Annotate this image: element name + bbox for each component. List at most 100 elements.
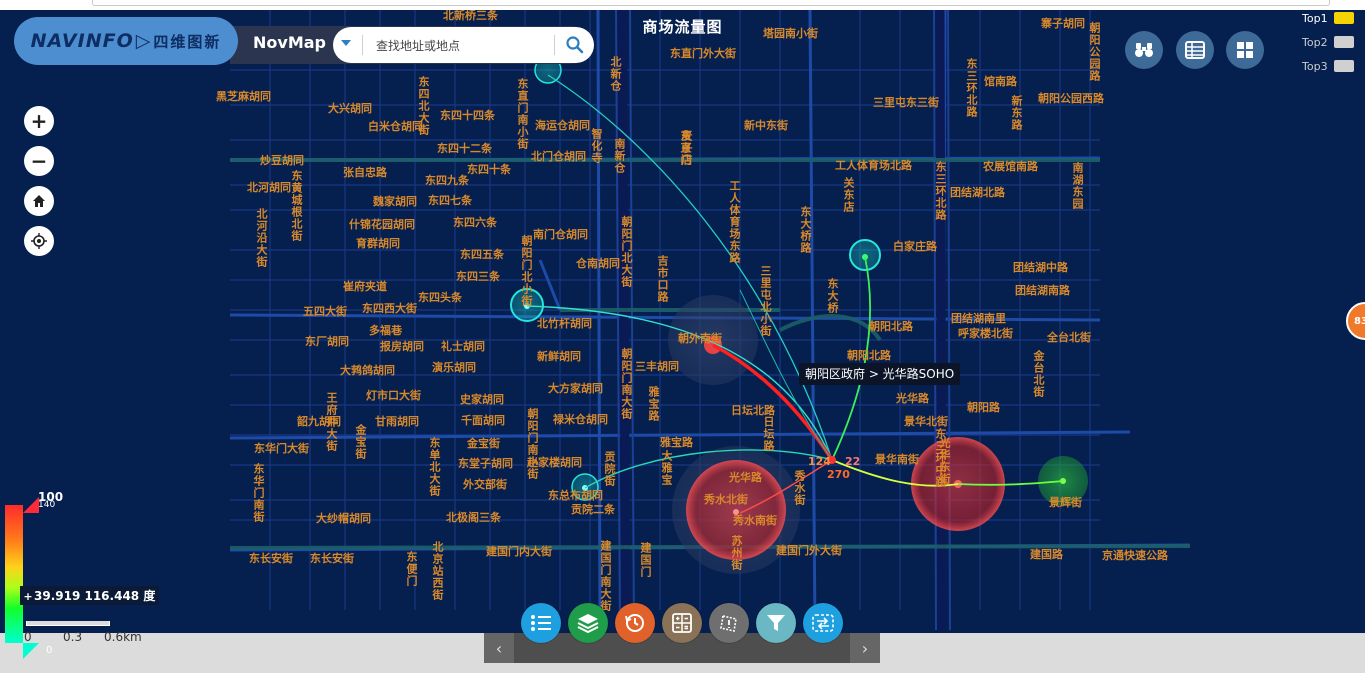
table-icon bbox=[1185, 41, 1205, 59]
legend-top2[interactable]: Top2 bbox=[1302, 30, 1354, 54]
home-button[interactable] bbox=[24, 186, 54, 216]
layers-button[interactable] bbox=[568, 603, 608, 643]
street-label: 大鹁鸽胡同 bbox=[340, 364, 395, 377]
street-label: 大纱帽胡同 bbox=[316, 512, 371, 525]
street-label: 京通快速公路 bbox=[1102, 549, 1168, 562]
browser-top-strip bbox=[0, 0, 1365, 10]
street-label-vertical: 智化寺 bbox=[590, 128, 603, 164]
street-label: 北河胡同 bbox=[247, 181, 291, 194]
street-label: 三里屯东三街 bbox=[873, 96, 939, 109]
browser-address-bar[interactable] bbox=[92, 0, 1330, 6]
zoom-in-button[interactable]: + bbox=[24, 106, 54, 136]
zoom-out-button[interactable]: − bbox=[24, 146, 54, 176]
legend-top3-swatch bbox=[1334, 60, 1354, 72]
locate-button[interactable] bbox=[24, 226, 54, 256]
street-label: 东四十条 bbox=[467, 163, 511, 176]
street-label-vertical: 东三环北路 bbox=[965, 58, 978, 118]
logo-arrow-icon: ▷ bbox=[135, 30, 152, 52]
chevron-left-icon: ‹ bbox=[495, 638, 503, 658]
street-label: 东四七条 bbox=[428, 194, 472, 207]
street-label: 朝外南街 bbox=[678, 332, 722, 345]
street-label: 馆南路 bbox=[984, 75, 1017, 88]
search-input[interactable]: 查找地址或地点 bbox=[376, 37, 460, 54]
layers-icon bbox=[577, 614, 599, 633]
street-label: 五四大街 bbox=[303, 305, 347, 318]
street-label: 光华路 bbox=[729, 471, 762, 484]
coordinate-value: 39.919 116.448 度 bbox=[34, 589, 156, 603]
street-label-vertical: 大雅宝 bbox=[660, 450, 673, 486]
legend-top1[interactable]: Top1 bbox=[1302, 6, 1354, 30]
crosshair-icon: + bbox=[23, 590, 33, 603]
street-label: 秀水南街 bbox=[733, 514, 777, 527]
street-label: 大方家胡同 bbox=[548, 382, 603, 395]
street-label: 崔府夹道 bbox=[343, 280, 387, 293]
street-label-vertical: 南新仓 bbox=[613, 138, 626, 174]
street-label: 团结湖中路 bbox=[1013, 261, 1068, 274]
list-button[interactable] bbox=[521, 603, 561, 643]
street-label: 朝阳路 bbox=[967, 401, 1000, 414]
street-label-vertical: 工人体育场东路 bbox=[728, 180, 741, 264]
legend-top1-swatch bbox=[1334, 12, 1354, 24]
street-label: 黑芝麻胡同 bbox=[216, 90, 271, 103]
street-label: 魏家胡同 bbox=[373, 195, 417, 208]
street-label: 朝阳北路 bbox=[869, 320, 913, 333]
filter-button[interactable] bbox=[756, 603, 796, 643]
street-label: 东长安街 bbox=[249, 552, 293, 565]
minus-icon: − bbox=[30, 149, 48, 173]
street-label: 东四十二条 bbox=[437, 142, 492, 155]
street-label-vertical: 东华门南街 bbox=[252, 463, 265, 523]
street-label: 秀水北街 bbox=[704, 493, 748, 506]
street-label: 建国路 bbox=[1030, 548, 1063, 561]
street-label-vertical: 雅宝路 bbox=[647, 386, 660, 422]
street-label: 新鲜胡同 bbox=[537, 350, 581, 363]
calculator-button[interactable] bbox=[662, 603, 702, 643]
polygon-select-button[interactable] bbox=[709, 603, 749, 643]
scale-rule bbox=[26, 621, 110, 626]
street-label: 雅宝路 bbox=[660, 436, 693, 449]
street-label: 北门仓胡同 bbox=[531, 150, 586, 163]
street-label: 东总布胡同 bbox=[548, 489, 603, 502]
navinfo-logo: NAVINFO ▷ 四维图新 bbox=[14, 17, 238, 65]
street-label-vertical: 建国门 bbox=[639, 542, 652, 578]
toolbar-prev-button[interactable]: ‹ bbox=[484, 633, 514, 663]
street-label-vertical: 东大桥路 bbox=[799, 206, 812, 254]
binoculars-button[interactable] bbox=[1125, 31, 1163, 69]
history-button[interactable] bbox=[615, 603, 655, 643]
street-label-vertical: 东便门 bbox=[405, 551, 418, 587]
toolbar-next-button[interactable]: › bbox=[850, 633, 880, 663]
search-type-dropdown-icon[interactable] bbox=[341, 40, 351, 46]
scale-label-0: 0 bbox=[24, 630, 32, 644]
route-button[interactable] bbox=[803, 603, 843, 643]
map-canvas[interactable]: 北新桥三条 东四十四条 白米仓胡同 大兴胡同 黑芝麻胡同 东四十二条 海运仓胡同 北门仓胡同东… bbox=[0, 10, 1365, 633]
legend-top3[interactable]: Top3 bbox=[1302, 54, 1354, 78]
street-label-vertical: 贡院街 bbox=[603, 451, 616, 487]
table-button[interactable] bbox=[1176, 31, 1214, 69]
history-icon bbox=[625, 614, 644, 632]
legend-top3-label: Top3 bbox=[1302, 59, 1328, 73]
home-icon bbox=[33, 195, 45, 207]
search-box[interactable]: 查找地址或地点 bbox=[333, 27, 594, 63]
gradient-max-marker bbox=[23, 497, 39, 513]
street-label: 东四十四条 bbox=[440, 109, 495, 122]
street-label-vertical: 朝阳门南小街 bbox=[526, 408, 539, 480]
street-label: 东四三条 bbox=[456, 270, 500, 283]
street-label-vertical: 关东店 bbox=[842, 177, 855, 213]
search-icon[interactable] bbox=[565, 35, 585, 55]
street-label: 朝阳公园西路 bbox=[1038, 92, 1104, 105]
street-label: 东直门外大街 bbox=[670, 47, 736, 60]
street-label: 团结湖北路 bbox=[950, 186, 1005, 199]
dashboard-button[interactable] bbox=[1226, 31, 1264, 69]
grid-icon bbox=[1237, 42, 1253, 58]
legend-top1-label: Top1 bbox=[1302, 11, 1328, 25]
street-label: 北竹杆胡同 bbox=[537, 317, 592, 330]
street-label-vertical: 新东路 bbox=[1010, 95, 1023, 131]
street-label: 东堂子胡同 bbox=[458, 457, 513, 470]
novmap-label: NovMap bbox=[253, 33, 326, 52]
legend-top2-label: Top2 bbox=[1302, 35, 1328, 49]
gradient-min-label: 0 bbox=[46, 645, 53, 656]
street-label: 景华南街 bbox=[875, 453, 919, 466]
street-label: 多福巷 bbox=[369, 324, 402, 337]
street-label: 演乐胡同 bbox=[432, 361, 476, 374]
street-label: 团结湖南里 bbox=[951, 312, 1006, 325]
street-label: 报房胡同 bbox=[380, 340, 424, 353]
